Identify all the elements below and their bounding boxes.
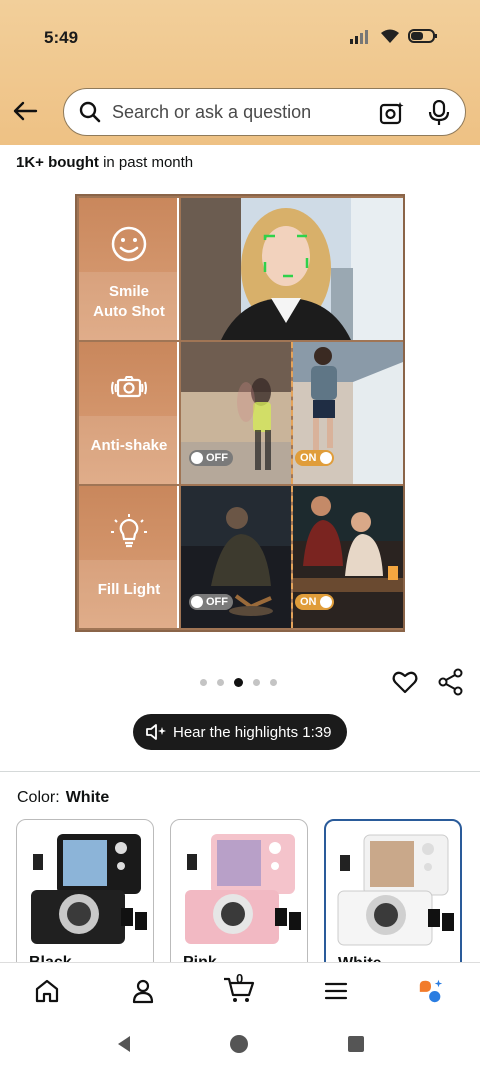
cart-count: 0: [236, 971, 244, 986]
color-selector-label: Color: White: [17, 789, 109, 807]
home-icon[interactable]: [33, 977, 61, 1005]
feature-label-line2: Auto Shot: [93, 303, 165, 320]
color-label: Color:: [17, 789, 60, 806]
system-home-icon[interactable]: [229, 1034, 249, 1054]
pager-dot-active[interactable]: [234, 678, 243, 687]
portrait-illustration: [181, 198, 403, 340]
back-button[interactable]: [10, 96, 40, 126]
running-photos: OFF ON: [181, 342, 403, 484]
search-input[interactable]: [112, 101, 362, 123]
split-divider: [291, 486, 293, 628]
camera-pink-image: [185, 834, 301, 944]
feature-label-panel: Fill Light: [79, 486, 179, 628]
system-icons: [350, 28, 438, 44]
bottom-nav: 0: [0, 962, 480, 1018]
arrow-left-icon: [13, 101, 38, 121]
heart-icon[interactable]: [392, 669, 418, 695]
camera-shake-icon: [111, 376, 147, 398]
color-swatch-black[interactable]: Black: [16, 819, 154, 979]
cart-button[interactable]: 0: [222, 971, 256, 1005]
toggle-on-label: ON: [300, 596, 317, 608]
camera-search-icon[interactable]: [379, 101, 405, 125]
header: 5:49: [0, 0, 480, 145]
system-nav-bar: [0, 1018, 480, 1071]
system-recents-icon[interactable]: [347, 1035, 365, 1053]
microphone-icon[interactable]: [427, 100, 451, 126]
toggle-knob: [191, 452, 203, 464]
bought-number: 1K+ bought: [16, 154, 99, 171]
toggle-off-label: OFF: [206, 596, 228, 608]
feature-anti-shake: Anti-shake OFF ON: [79, 342, 403, 484]
section-divider: [0, 771, 480, 772]
rufus-assistant-icon[interactable]: [417, 977, 445, 1005]
status-time: 5:49: [44, 28, 79, 47]
account-icon[interactable]: [129, 977, 157, 1005]
toggle-knob: [191, 596, 203, 608]
toggle-off: OFF: [189, 450, 233, 466]
toggle-on: ON: [295, 594, 334, 610]
menu-icon[interactable]: [322, 977, 350, 1005]
feature-label-panel: Anti-shake: [79, 342, 179, 484]
feature-fill-light: Fill Light OFF ON: [79, 486, 403, 628]
feature-label-line1: Smile: [108, 283, 150, 300]
pager-dot[interactable]: [217, 679, 224, 686]
system-back-icon[interactable]: [114, 1034, 134, 1054]
toggle-knob: [319, 452, 332, 464]
toggle-off-label: OFF: [206, 452, 228, 464]
portrait-photo: [181, 198, 403, 340]
feature-label-line1: Fill Light: [97, 581, 161, 598]
color-value: White: [65, 789, 110, 806]
color-swatch-white[interactable]: White: [324, 819, 462, 979]
toggle-knob: [319, 596, 332, 608]
smile-face-icon: [111, 226, 147, 262]
pager-dot[interactable]: [253, 679, 260, 686]
hear-highlights-label: Hear the highlights 1:39: [173, 723, 332, 741]
search-icon: [79, 101, 101, 123]
camera-black-image: [31, 834, 147, 944]
feature-label-line1: Anti-shake: [90, 437, 168, 454]
battery-icon: [408, 29, 437, 43]
signal-icon: [350, 30, 368, 44]
bought-count: 1K+ bought in past month: [16, 154, 193, 171]
share-icon[interactable]: [438, 668, 464, 696]
pager-dot[interactable]: [270, 679, 277, 686]
status-bar: 5:49: [0, 0, 480, 72]
hear-highlights-button[interactable]: Hear the highlights 1:39: [133, 714, 347, 750]
toggle-on: ON: [295, 450, 334, 466]
search-bar[interactable]: [63, 88, 466, 136]
toggle-on-label: ON: [300, 452, 317, 464]
pager-dot[interactable]: [200, 679, 207, 686]
wifi-icon: [381, 29, 399, 43]
product-image[interactable]: Smile Auto Shot Anti-shake OFF ON Fill L…: [75, 194, 405, 632]
bought-suffix: in past month: [98, 154, 194, 171]
image-pager[interactable]: [200, 678, 277, 687]
color-swatch-pink[interactable]: Pink: [170, 819, 308, 979]
split-divider: [291, 342, 293, 484]
feature-smile-auto-shot: Smile Auto Shot: [79, 198, 403, 340]
toggle-off: OFF: [189, 594, 233, 610]
feature-label-panel: Smile Auto Shot: [79, 198, 179, 340]
campfire-photos: OFF ON: [181, 486, 403, 628]
light-bulb-icon: [111, 514, 147, 548]
camera-white-image: [337, 834, 454, 946]
speaker-sparkle-icon: [146, 724, 166, 740]
